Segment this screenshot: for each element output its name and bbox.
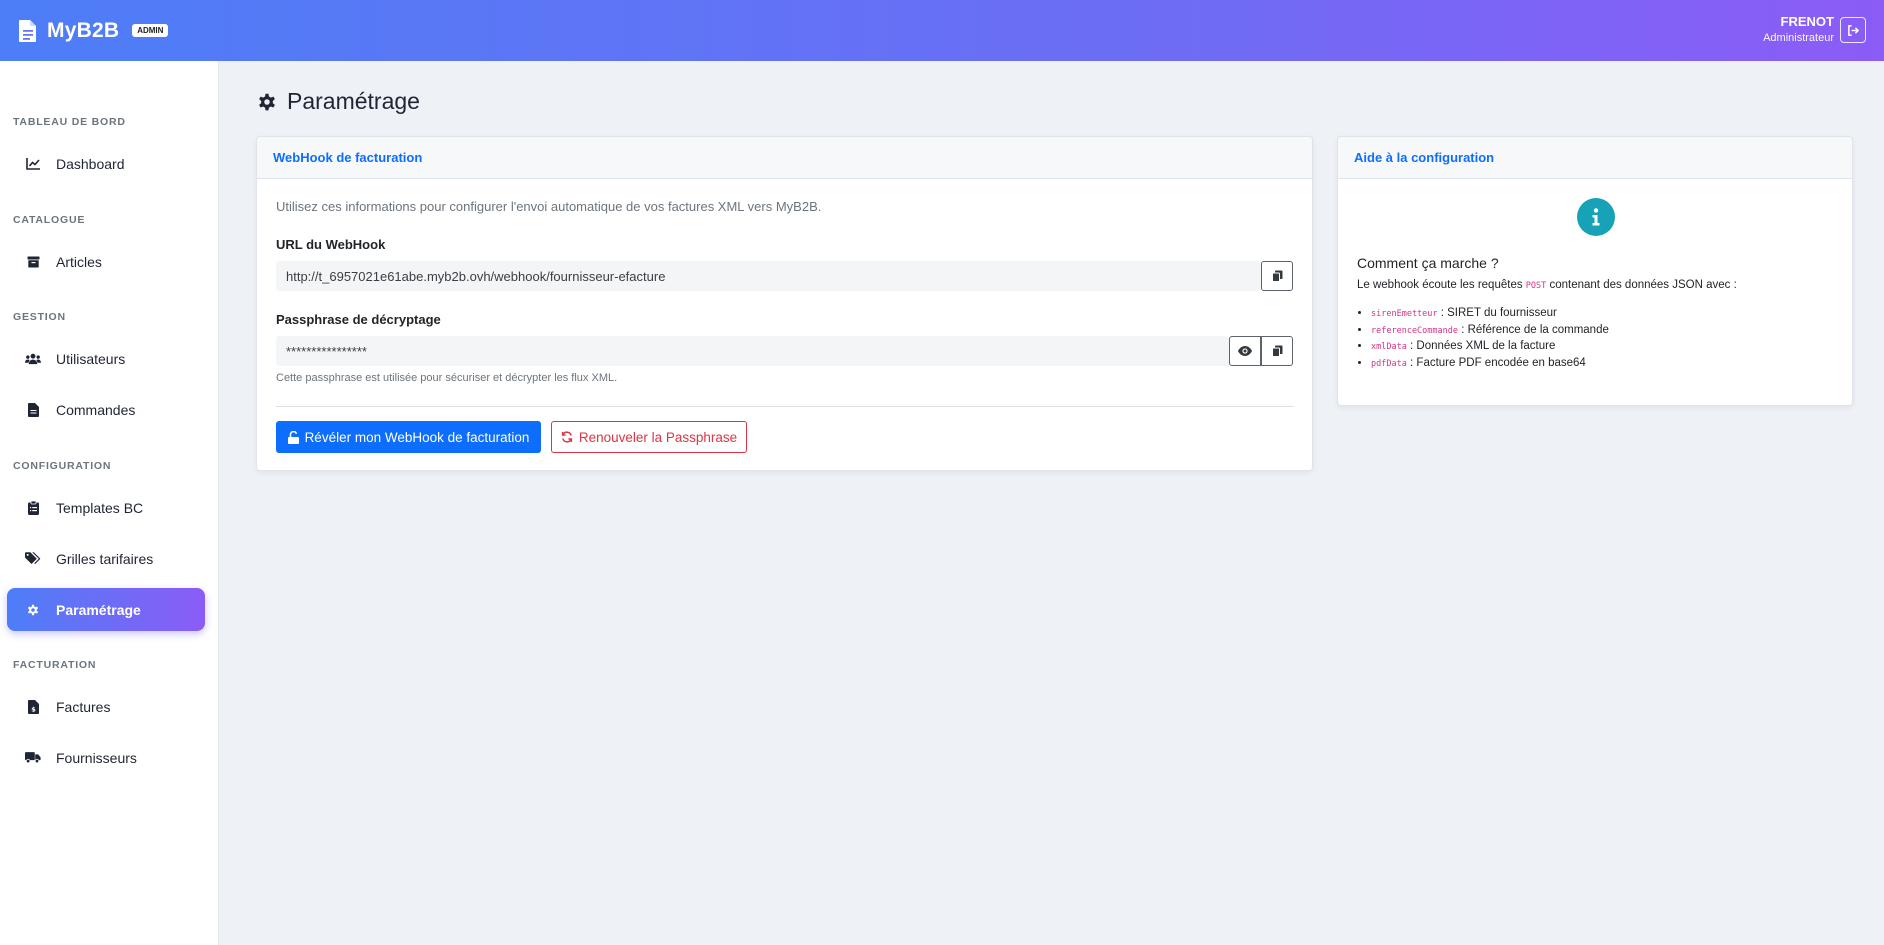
sidebar-item-factures[interactable]: $ Factures xyxy=(7,685,205,728)
sidebar-item-label: Paramétrage xyxy=(56,601,141,618)
help-heading: Comment ça marche ? xyxy=(1357,255,1499,271)
tags-icon xyxy=(25,551,41,567)
help-field-list: sirenEmetteur : SIRET du fournisseur ref… xyxy=(1369,307,1609,373)
page-title: Paramétrage xyxy=(256,88,420,115)
users-icon xyxy=(25,351,41,367)
list-item: pdfData : Facture PDF encodée en base64 xyxy=(1371,357,1609,374)
reveal-webhook-label: Révéler mon WebHook de facturation xyxy=(304,429,530,445)
help-desc-code: POST xyxy=(1525,281,1547,291)
sidebar-section-gestion: GESTION xyxy=(13,311,66,323)
sidebar: TABLEAU DE BORD Dashboard CATALOGUE Arti… xyxy=(0,61,219,945)
gear-icon xyxy=(259,93,275,110)
user-name: FRENOT xyxy=(1780,14,1834,29)
webhook-intro: Utilisez ces informations pour configure… xyxy=(276,199,822,214)
help-desc-text-end: contenant des données JSON avec : xyxy=(1549,279,1737,291)
webhook-card: WebHook de facturation Utilisez ces info… xyxy=(256,136,1313,471)
clipboard-icon xyxy=(25,500,41,516)
sidebar-section-catalogue: CATALOGUE xyxy=(13,214,86,226)
help-card: Aide à la configuration Comment ça march… xyxy=(1337,136,1853,406)
sidebar-item-commandes[interactable]: Commandes xyxy=(7,388,205,431)
sidebar-item-grilles-tarifaires[interactable]: Grilles tarifaires xyxy=(7,537,205,580)
url-field[interactable]: http://t_6957021e61abe.myb2b.ovh/webhook… xyxy=(276,261,1261,291)
field-code: sirenEmetteur xyxy=(1371,309,1438,319)
user-role: Administrateur xyxy=(1763,32,1834,44)
sidebar-item-label: Commandes xyxy=(56,401,136,418)
truck-icon xyxy=(25,750,41,766)
passphrase-field[interactable]: **************** xyxy=(276,336,1229,366)
refresh-icon xyxy=(561,431,572,443)
sidebar-item-label: Factures xyxy=(56,698,111,715)
copy-url-button[interactable] xyxy=(1261,261,1293,291)
field-code: referenceCommande xyxy=(1371,325,1458,336)
document-icon xyxy=(19,19,36,42)
list-item: referenceCommande : Référence de la comm… xyxy=(1371,324,1609,341)
copy-icon xyxy=(1271,345,1282,357)
list-item: xmlData : Données XML de la facture xyxy=(1371,340,1609,357)
toggle-passphrase-button[interactable] xyxy=(1229,336,1261,366)
help-desc-text: Le webhook écoute les requêtes xyxy=(1357,279,1523,291)
sidebar-item-label: Templates BC xyxy=(56,499,144,516)
sidebar-section-dashboard: TABLEAU DE BORD xyxy=(13,116,126,128)
field-code: xmlData xyxy=(1371,342,1407,352)
sidebar-section-configuration: CONFIGURATION xyxy=(13,460,112,472)
sidebar-item-fournisseurs[interactable]: Fournisseurs xyxy=(7,736,205,779)
passphrase-hint: Cette passphrase est utilisée pour sécur… xyxy=(276,372,618,384)
sidebar-item-label: Dashboard xyxy=(56,155,125,172)
sidebar-item-label: Grilles tarifaires xyxy=(56,550,154,567)
brand[interactable]: MyB2B ADMIN xyxy=(18,0,169,61)
unlock-icon xyxy=(287,430,299,444)
box-icon xyxy=(25,254,41,270)
reveal-webhook-button[interactable]: Révéler mon WebHook de facturation xyxy=(276,421,541,453)
logout-button[interactable] xyxy=(1840,17,1866,43)
field-text: : Facture PDF encodée en base64 xyxy=(1410,356,1586,369)
logout-icon xyxy=(1847,24,1859,36)
url-label: URL du WebHook xyxy=(276,237,386,252)
webhook-card-title: WebHook de facturation xyxy=(257,137,1312,179)
sidebar-section-facturation: FACTURATION xyxy=(13,659,97,671)
help-card-title: Aide à la configuration xyxy=(1338,137,1852,179)
divider xyxy=(276,406,1294,407)
invoice-icon: $ xyxy=(25,699,41,715)
list-item: sirenEmetteur : SIRET du fournisseur xyxy=(1371,307,1609,324)
eye-icon xyxy=(1238,346,1252,356)
chart-line-icon xyxy=(25,156,41,172)
passphrase-value: **************** xyxy=(286,343,367,359)
gear-icon xyxy=(25,602,41,618)
renew-passphrase-label: Renouveler la Passphrase xyxy=(578,429,738,445)
field-text: : Référence de la commande xyxy=(1461,323,1609,336)
sidebar-item-label: Fournisseurs xyxy=(56,749,137,766)
field-text: : Données XML de la facture xyxy=(1410,340,1556,352)
url-value: http://t_6957021e61abe.myb2b.ovh/webhook… xyxy=(286,268,666,284)
brand-name: MyB2B xyxy=(47,18,120,42)
field-code: pdfData xyxy=(1371,358,1407,369)
sidebar-item-dashboard[interactable]: Dashboard xyxy=(7,142,205,185)
top-header: MyB2B ADMIN FRENOT Administrateur xyxy=(0,0,1884,61)
copy-passphrase-button[interactable] xyxy=(1261,336,1293,366)
sidebar-item-label: Utilisateurs xyxy=(56,350,126,367)
sidebar-item-parametrage[interactable]: Paramétrage xyxy=(7,588,205,631)
sidebar-item-articles[interactable]: Articles xyxy=(7,240,205,283)
help-description: Le webhook écoute les requêtes POST cont… xyxy=(1357,279,1737,291)
sidebar-item-templates-bc[interactable]: Templates BC xyxy=(7,486,205,529)
svg-text:$: $ xyxy=(31,705,36,713)
file-icon xyxy=(25,402,41,418)
sidebar-item-label: Articles xyxy=(56,253,102,270)
copy-icon xyxy=(1271,270,1282,282)
sidebar-item-utilisateurs[interactable]: Utilisateurs xyxy=(7,337,205,380)
user-info: FRENOT Administrateur xyxy=(1763,14,1834,44)
field-text: : SIRET du fournisseur xyxy=(1440,307,1557,319)
renew-passphrase-button[interactable]: Renouveler la Passphrase xyxy=(551,421,747,453)
info-icon xyxy=(1577,198,1615,236)
admin-badge: ADMIN xyxy=(132,24,169,37)
passphrase-label: Passphrase de décryptage xyxy=(276,312,441,327)
page-title-text: Paramétrage xyxy=(287,88,420,114)
